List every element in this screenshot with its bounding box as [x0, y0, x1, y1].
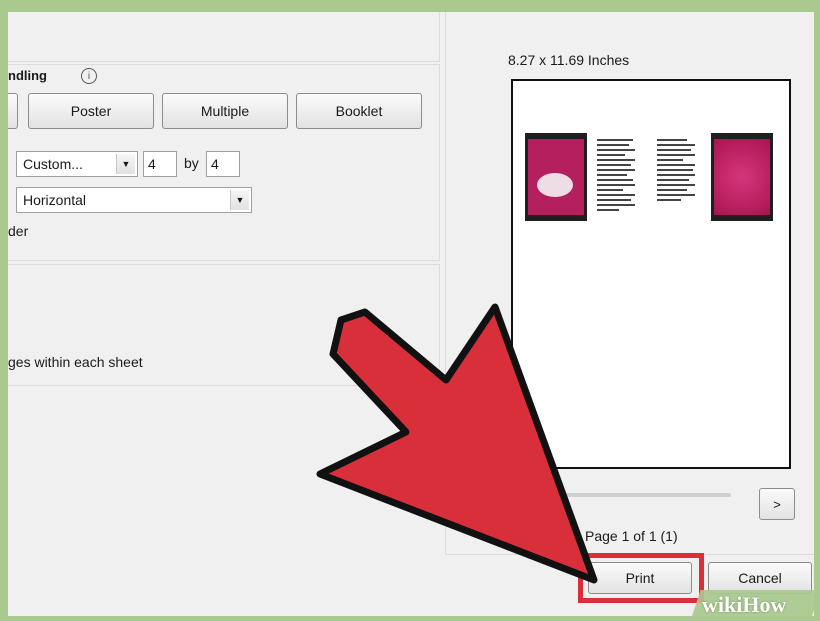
print-dialog: ndling i Poster Multiple Booklet Custom.… — [8, 12, 814, 616]
wikihow-logo: wikiHow — [702, 592, 787, 616]
red-arrow-icon — [316, 303, 598, 584]
